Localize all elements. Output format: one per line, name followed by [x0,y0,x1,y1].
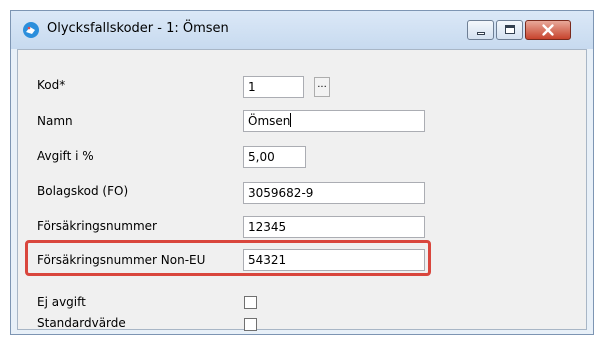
kod-input[interactable]: 1 [243,76,304,98]
ej-avgift-label: Ej avgift [37,295,86,309]
close-button[interactable] [525,20,571,40]
forsakringsnummer-noneu-label: Försäkringsnummer Non-EU [37,253,206,267]
forsakringsnummer-noneu-input[interactable]: 54321 [243,249,425,271]
ej-avgift-checkbox[interactable] [244,296,257,309]
title-bar[interactable]: Olycksfallskoder - 1: Ömsen [11,11,593,49]
avgift-input[interactable]: 5,00 [243,146,306,168]
close-icon [542,24,554,36]
form-panel: Kod* 1 ... Namn Ömsen Avgift i % 5,00 Bo… [17,49,587,331]
minimize-button[interactable] [467,20,494,40]
standardvarde-label: Standardvärde [37,316,126,330]
minimize-icon [477,32,485,35]
maximize-icon [505,25,515,34]
dialog-window: Olycksfallskoder - 1: Ömsen Kod* 1 ... N… [10,10,594,335]
avgift-label: Avgift i % [37,149,94,163]
namn-label: Namn [37,114,73,128]
kod-label: Kod* [37,78,66,92]
forsakringsnummer-input[interactable]: 12345 [243,216,425,238]
kod-picker-button[interactable]: ... [314,77,330,97]
window-title: Olycksfallskoder - 1: Ömsen [47,21,229,36]
bolagskod-input[interactable]: 3059682-9 [243,182,425,204]
forsakringsnummer-label: Försäkringsnummer [37,219,157,233]
namn-value: Ömsen [248,114,291,128]
app-icon [23,22,39,38]
maximize-button[interactable] [496,20,523,40]
namn-input[interactable]: Ömsen [243,110,425,132]
standardvarde-checkbox[interactable] [244,318,257,331]
bolagskod-label: Bolagskod (FO) [37,184,129,198]
text-cursor [290,113,292,127]
